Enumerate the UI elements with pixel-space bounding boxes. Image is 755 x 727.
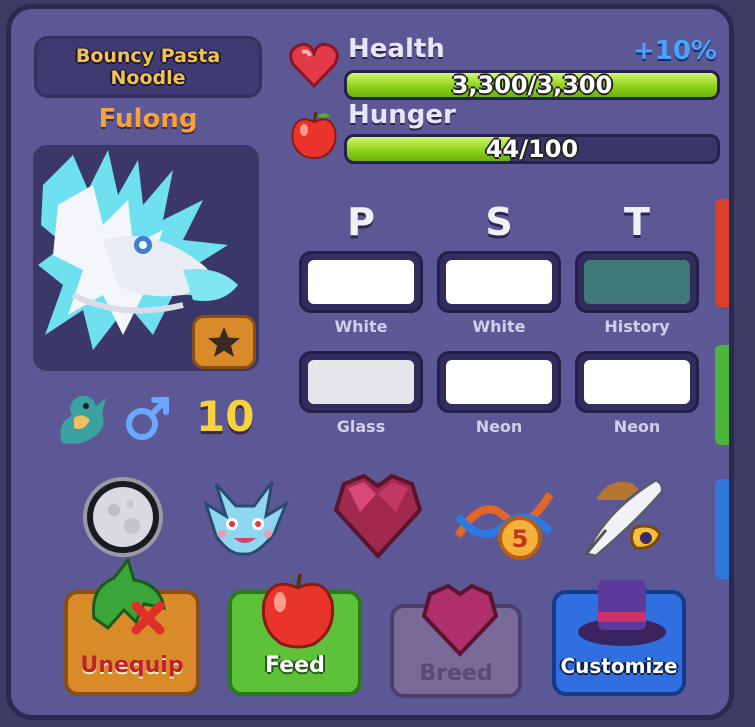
trait-header-t: T — [624, 200, 650, 244]
trait-label: Glass — [336, 417, 386, 436]
health-heart-icon — [289, 42, 339, 89]
trait-label: History — [604, 317, 670, 336]
trait-slot[interactable] — [437, 251, 561, 313]
star-icon — [208, 327, 240, 357]
breed-button[interactable]: Breed — [390, 583, 522, 698]
dragon-unequip-icon — [91, 558, 166, 635]
trait-swatch — [584, 360, 690, 404]
hunger-value: 44/100 — [485, 135, 579, 163]
health-bar: 3,300/3,300 — [344, 70, 720, 100]
hunger-bar: 44/100 — [344, 134, 720, 164]
feed-button[interactable]: Feed — [228, 573, 362, 696]
trait-label: Neon — [613, 417, 661, 436]
feed-label: Feed — [265, 653, 325, 678]
pet-age: 10 — [196, 392, 255, 441]
trait-swatch — [308, 260, 414, 304]
trait-header-p: P — [347, 200, 375, 244]
male-gender-icon — [126, 397, 169, 440]
breed-heart-icon — [421, 583, 499, 657]
trait-slot[interactable] — [299, 351, 423, 413]
quill-and-hat-icon[interactable] — [576, 470, 672, 562]
health-value: 3,300/3,300 — [451, 71, 613, 99]
dna-helix-icon[interactable]: 5 — [452, 476, 556, 566]
pet-name-box: Bouncy Pasta Noodle — [34, 36, 262, 98]
hunger-apple-icon — [291, 111, 337, 159]
favorite-star-button[interactable] — [192, 315, 256, 369]
trait-label: Neon — [475, 417, 523, 436]
breed-label: Breed — [419, 661, 493, 686]
pet-name: Bouncy Pasta Noodle — [75, 45, 221, 89]
side-tab-blue[interactable] — [715, 479, 729, 579]
trait-slot[interactable] — [575, 251, 699, 313]
unequip-label: Unequip — [80, 653, 184, 678]
trait-swatch — [446, 360, 552, 404]
trait-swatch — [584, 260, 690, 304]
egg-dragon-icon — [60, 395, 106, 444]
trait-slot[interactable] — [299, 251, 423, 313]
moon-orb-icon[interactable] — [80, 474, 166, 560]
trait-slot[interactable] — [437, 351, 561, 413]
side-tab-green[interactable] — [715, 345, 729, 445]
trait-header-s: S — [485, 200, 513, 244]
customize-label: Customize — [560, 654, 678, 678]
side-tab-red[interactable] — [715, 199, 729, 307]
health-label: Health — [348, 34, 445, 64]
trait-swatch — [308, 360, 414, 404]
unequip-button[interactable]: Unequip — [64, 558, 200, 696]
trait-slot[interactable] — [575, 351, 699, 413]
trait-label: White — [472, 317, 526, 336]
top-hat-icon — [578, 580, 666, 646]
trait-label: White — [334, 317, 388, 336]
heart-gem-icon[interactable] — [330, 472, 426, 560]
hunger-label: Hunger — [348, 100, 456, 130]
health-bonus: +10% — [632, 36, 717, 66]
customize-button[interactable]: Customize — [552, 580, 686, 696]
pet-species: Fulong — [98, 104, 198, 134]
apple-icon — [261, 573, 335, 649]
dragon-pet-face-icon[interactable] — [196, 474, 294, 560]
trait-swatch — [446, 260, 552, 304]
dna-count: 5 — [512, 525, 529, 553]
